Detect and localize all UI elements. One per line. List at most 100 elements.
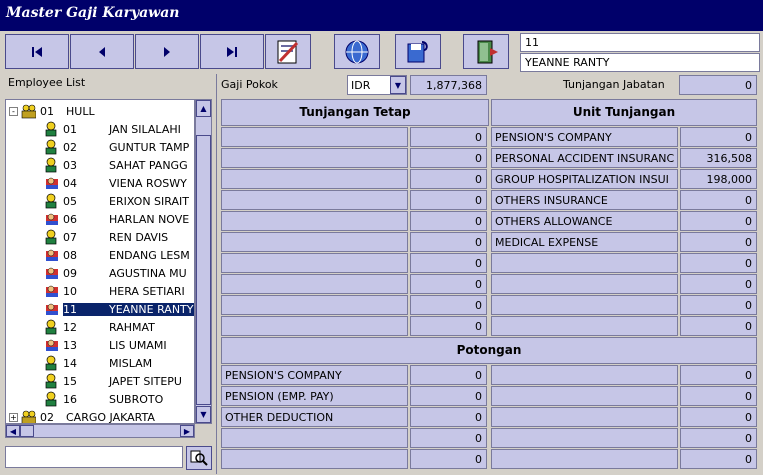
tunjangan-tetap-name[interactable] (221, 148, 408, 168)
unit-tunjangan-name[interactable]: OTHERS ALLOWANCE (491, 211, 678, 231)
tunjangan-tetap-name[interactable] (221, 274, 408, 294)
potongan-value[interactable]: 0 (680, 365, 757, 385)
tree-item[interactable]: 12 RAHMAT (43, 318, 155, 336)
scroll-up-arrow[interactable]: ▲ (196, 100, 211, 117)
scroll-left-arrow[interactable]: ◀ (6, 425, 20, 437)
tree-item[interactable]: 02 GUNTUR TAMP (43, 138, 189, 156)
unit-tunjangan-value[interactable]: 0 (680, 190, 757, 210)
collapse-icon[interactable]: - (9, 106, 18, 116)
currency-select[interactable]: IDR ▼ (347, 75, 407, 95)
previous-record-button[interactable] (70, 34, 134, 69)
unit-tunjangan-value[interactable]: 0 (680, 211, 757, 231)
unit-tunjangan-name[interactable]: GROUP HOSPITALIZATION INSUI (491, 169, 678, 189)
unit-tunjangan-name[interactable]: PERSONAL ACCIDENT INSURANC (491, 148, 678, 168)
tree-item[interactable]: 03 SAHAT PANGG (43, 156, 188, 174)
tree-item[interactable]: 15 JAPET SITEPU (43, 372, 182, 390)
gaji-pokok-value[interactable]: 1,877,368 (410, 75, 487, 95)
potongan-value[interactable]: 0 (410, 449, 487, 469)
tunjangan-tetap-value[interactable]: 0 (410, 169, 487, 189)
unit-tunjangan-value[interactable]: 0 (680, 316, 757, 336)
tree-horizontal-scrollbar[interactable]: ◀ ▶ (5, 424, 195, 438)
tunjangan-tetap-name[interactable] (221, 127, 408, 147)
unit-tunjangan-value[interactable]: 0 (680, 295, 757, 315)
tunjangan-tetap-name[interactable] (221, 253, 408, 273)
tunjangan-tetap-value[interactable]: 0 (410, 148, 487, 168)
tunjangan-tetap-value[interactable]: 0 (410, 295, 487, 315)
potongan-name[interactable] (221, 428, 408, 448)
tree-item[interactable]: 09 AGUSTINA MU (43, 264, 187, 282)
edit-button[interactable] (265, 34, 311, 69)
potongan-name[interactable] (491, 386, 678, 406)
last-record-button[interactable] (200, 34, 264, 69)
potongan-value[interactable]: 0 (410, 365, 487, 385)
tree-item[interactable]: 13 LIS UMAMI (43, 336, 167, 354)
exit-button[interactable] (463, 34, 509, 69)
tunjangan-tetap-value[interactable]: 0 (410, 232, 487, 252)
potongan-value[interactable]: 0 (410, 386, 487, 406)
tunjangan-jabatan-value[interactable]: 0 (679, 75, 757, 95)
unit-tunjangan-value[interactable]: 0 (680, 253, 757, 273)
unit-tunjangan-value[interactable]: 0 (680, 274, 757, 294)
potongan-value[interactable]: 0 (410, 428, 487, 448)
tree-group[interactable]: +02 CARGO JAKARTA (9, 408, 155, 423)
unit-tunjangan-name[interactable] (491, 295, 678, 315)
employee-code-field[interactable]: 11 (520, 33, 760, 52)
potongan-name[interactable]: OTHER DEDUCTION (221, 407, 408, 427)
potongan-name[interactable]: PENSION (EMP. PAY) (221, 386, 408, 406)
tunjangan-tetap-value[interactable]: 0 (410, 127, 487, 147)
employee-name-field[interactable]: YEANNE RANTY (520, 53, 760, 72)
unit-tunjangan-value[interactable]: 0 (680, 232, 757, 252)
potongan-name[interactable] (491, 407, 678, 427)
tree-item[interactable]: 04 VIENA ROSWY (43, 174, 187, 192)
potongan-value[interactable]: 0 (680, 449, 757, 469)
scroll-down-arrow[interactable]: ▼ (196, 406, 211, 423)
tunjangan-tetap-value[interactable]: 0 (410, 274, 487, 294)
unit-tunjangan-value[interactable]: 0 (680, 127, 757, 147)
tunjangan-tetap-name[interactable] (221, 295, 408, 315)
tunjangan-tetap-name[interactable] (221, 169, 408, 189)
potongan-name[interactable] (491, 449, 678, 469)
unit-tunjangan-value[interactable]: 316,508 (680, 148, 757, 168)
tree-vertical-scrollbar[interactable]: ▲ ▼ (195, 99, 212, 424)
tunjangan-tetap-name[interactable] (221, 232, 408, 252)
hscroll-thumb[interactable] (20, 425, 34, 437)
potongan-value[interactable]: 0 (680, 428, 757, 448)
tree-item[interactable]: 07 REN DAVIS (43, 228, 168, 246)
tunjangan-tetap-value[interactable]: 0 (410, 253, 487, 273)
search-button[interactable] (186, 446, 212, 470)
tree-group[interactable]: - 01 HULL (9, 102, 95, 120)
tunjangan-tetap-name[interactable] (221, 316, 408, 336)
potongan-name[interactable] (221, 449, 408, 469)
tunjangan-tetap-value[interactable]: 0 (410, 190, 487, 210)
unit-tunjangan-name[interactable] (491, 274, 678, 294)
tree-item[interactable]: 14 MISLAM (43, 354, 152, 372)
tree-item[interactable]: 11 YEANNE RANTY (43, 300, 194, 318)
tree-item[interactable]: 01 JAN SILALAHI (43, 120, 181, 138)
tunjangan-tetap-value[interactable]: 0 (410, 211, 487, 231)
potongan-name[interactable] (491, 428, 678, 448)
unit-tunjangan-name[interactable]: OTHERS INSURANCE (491, 190, 678, 210)
next-record-button[interactable] (135, 34, 199, 69)
employee-tree[interactable]: - 01 HULL 01 JAN SILALAHI 02 GUNTUR TAMP 03 SAHA… (5, 99, 195, 424)
first-record-button[interactable] (5, 34, 69, 69)
unit-tunjangan-name[interactable]: PENSION'S COMPANY (491, 127, 678, 147)
tree-item[interactable]: 10 HERA SETIARI (43, 282, 185, 300)
tree-item[interactable]: 08 ENDANG LESM (43, 246, 190, 264)
refresh-button[interactable] (334, 34, 380, 69)
tunjangan-tetap-name[interactable] (221, 190, 408, 210)
tunjangan-tetap-name[interactable] (221, 211, 408, 231)
scroll-thumb[interactable] (196, 135, 211, 405)
potongan-value[interactable]: 0 (680, 407, 757, 427)
potongan-value[interactable]: 0 (410, 407, 487, 427)
potongan-name[interactable] (491, 365, 678, 385)
employee-search-input[interactable] (5, 446, 183, 468)
scroll-right-arrow[interactable]: ▶ (180, 425, 194, 437)
expand-icon[interactable]: + (9, 412, 18, 422)
unit-tunjangan-name[interactable]: MEDICAL EXPENSE (491, 232, 678, 252)
chevron-down-icon[interactable]: ▼ (390, 76, 406, 94)
save-button[interactable] (395, 34, 441, 69)
tree-item[interactable]: 16 SUBROTO (43, 390, 163, 408)
potongan-name[interactable]: PENSION'S COMPANY (221, 365, 408, 385)
tree-item[interactable]: 06 HARLAN NOVE (43, 210, 189, 228)
tunjangan-tetap-value[interactable]: 0 (410, 316, 487, 336)
